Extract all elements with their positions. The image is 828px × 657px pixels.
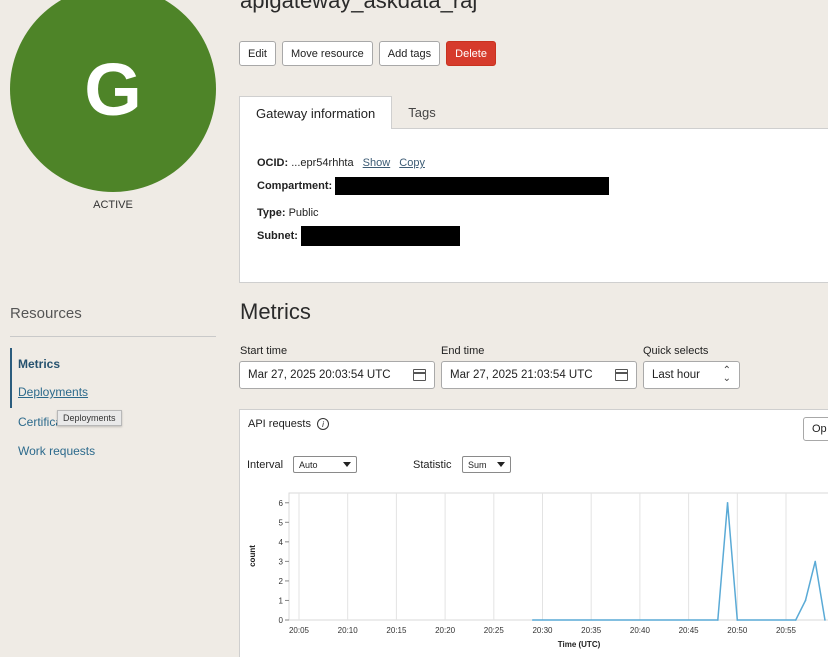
- status-text: ACTIVE: [93, 199, 133, 211]
- start-time-input[interactable]: Mar 27, 2025 20:03:54 UTC: [239, 361, 435, 389]
- type-row: Type: Public: [257, 207, 319, 219]
- data-point: [531, 619, 534, 621]
- y-tick-label: 1: [279, 596, 284, 605]
- compartment-row: Compartment:: [257, 177, 610, 195]
- add-tags-button[interactable]: Add tags: [378, 41, 441, 66]
- data-point: [824, 619, 826, 621]
- delete-button[interactable]: Delete: [446, 41, 496, 66]
- x-tick-label: 20:50: [727, 626, 748, 635]
- type-label: Type:: [257, 207, 286, 219]
- data-point: [814, 560, 817, 563]
- y-tick-label: 6: [279, 499, 284, 508]
- y-axis-label: count: [248, 545, 257, 567]
- data-point: [726, 501, 729, 504]
- plot-frame: [288, 492, 828, 621]
- y-tick-label: 0: [279, 616, 284, 625]
- gateway-info-body: OCID: ...epr54rhhta Show Copy Compartmen…: [239, 128, 828, 283]
- deployments-tooltip: Deployments: [57, 410, 122, 426]
- api-requests-chart: 20:05 20:10 20:15 20:20 20:25 20:30 20:35 20:40…: [248, 492, 828, 649]
- x-tick-label: 20:35: [581, 626, 602, 635]
- quick-selects-dropdown[interactable]: Last hour ⌃ ⌄: [643, 361, 740, 389]
- x-tick-label: 20:05: [289, 626, 310, 635]
- x-tick-label: 20:20: [435, 626, 456, 635]
- y-tick-label: 5: [279, 518, 284, 527]
- resources-nav-indicator: [10, 348, 12, 408]
- data-point: [804, 599, 807, 602]
- x-tick-label: 20:55: [776, 626, 797, 635]
- x-tick-label: 20:25: [484, 626, 505, 635]
- edit-button[interactable]: Edit: [239, 41, 276, 66]
- data-point: [717, 619, 719, 621]
- type-value: Public: [288, 207, 319, 219]
- chevron-updown-icon: ⌃ ⌄: [722, 365, 731, 384]
- y-tick-label: 2: [279, 577, 284, 586]
- resources-title: Resources: [10, 305, 82, 322]
- metrics-title: Metrics: [240, 299, 311, 324]
- resource-item-deployments[interactable]: Deployments: [18, 385, 88, 399]
- x-tick-label: 20:40: [630, 626, 651, 635]
- subnet-redacted: [301, 226, 461, 246]
- copy-ocid-link[interactable]: Copy: [399, 157, 425, 169]
- api-requests-card: API requests i Op Interval Auto Statisti…: [239, 409, 828, 657]
- start-time-value: Mar 27, 2025 20:03:54 UTC: [248, 369, 391, 381]
- gateway-panel: Gateway information Tags OCID: ...epr54r…: [239, 96, 828, 283]
- end-time-input[interactable]: Mar 27, 2025 21:03:54 UTC: [441, 361, 637, 389]
- page-title: apigateway_askdata_raj: [240, 0, 478, 13]
- x-axis-label: Time (UTC): [558, 640, 601, 649]
- move-resource-button[interactable]: Move resource: [281, 41, 373, 66]
- start-time-label: Start time: [240, 345, 288, 357]
- y-tick-label: 3: [279, 557, 284, 566]
- ocid-value: ...epr54rhhta: [291, 157, 354, 169]
- resources-divider: [10, 336, 216, 337]
- subnet-row: Subnet:: [257, 226, 461, 246]
- calendar-icon[interactable]: [413, 369, 426, 381]
- series-line: [532, 502, 826, 621]
- x-tick-label: 20:45: [679, 626, 700, 635]
- tab-bar: Gateway information Tags: [239, 96, 828, 129]
- tab-gateway-information[interactable]: Gateway information: [239, 96, 393, 129]
- subnet-label: Subnet:: [257, 229, 298, 242]
- tab-tags[interactable]: Tags: [392, 96, 451, 129]
- data-point: [736, 619, 739, 621]
- show-ocid-link[interactable]: Show: [363, 157, 391, 169]
- avatar-letter: G: [84, 47, 142, 131]
- ocid-label: OCID:: [257, 157, 289, 169]
- avatar: G: [10, 0, 216, 192]
- resource-item-work-requests[interactable]: Work requests: [18, 444, 95, 458]
- resource-item-metrics[interactable]: Metrics: [18, 357, 60, 371]
- compartment-label: Compartment:: [257, 179, 333, 192]
- ocid-row: OCID: ...epr54rhhta Show Copy: [257, 157, 425, 169]
- x-tick-label: 20:10: [338, 626, 359, 635]
- x-tick-label: 20:15: [386, 626, 407, 635]
- certificates-label: Certifica: [18, 415, 63, 429]
- calendar-icon[interactable]: [615, 369, 628, 381]
- quick-selects-label: Quick selects: [643, 345, 709, 357]
- end-time-value: Mar 27, 2025 21:03:54 UTC: [450, 369, 593, 381]
- y-tick-label: 4: [279, 538, 284, 547]
- end-time-label: End time: [441, 345, 485, 357]
- action-bar: Edit Move resource Add tags Delete: [239, 41, 496, 66]
- quick-selects-value: Last hour: [652, 369, 700, 381]
- compartment-redacted: [335, 177, 610, 195]
- data-point: [794, 619, 797, 621]
- x-tick-label: 20:30: [532, 626, 553, 635]
